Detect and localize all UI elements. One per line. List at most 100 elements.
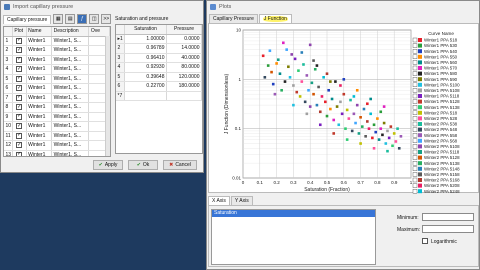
- table-row[interactable]: 4 ✓ Winter1 Winter1, S...: [4, 65, 110, 75]
- row-description[interactable]: Winter1, S...: [52, 150, 90, 156]
- row-description[interactable]: Winter1, S...: [52, 46, 90, 55]
- plot-checkbox[interactable]: ✓: [16, 94, 23, 101]
- saturation-row[interactable]: 6 0.22700 180.0000: [116, 82, 202, 92]
- header-plot[interactable]: Plot: [13, 27, 27, 36]
- saturation-row[interactable]: 2 0.96789 14.0000: [116, 44, 202, 54]
- row-name[interactable]: Winter1: [27, 46, 53, 55]
- row-name[interactable]: Winter1: [27, 141, 53, 150]
- maximum-input[interactable]: [422, 225, 474, 233]
- sat-row-pressure[interactable]: 14.0000: [167, 44, 202, 53]
- more-button[interactable]: >>: [101, 14, 112, 24]
- table-row[interactable]: 10 ✓ Winter1 Winter1, S...: [4, 122, 110, 132]
- row-description[interactable]: Winter1, S...: [52, 65, 90, 74]
- sat-row-pressure[interactable]: [167, 91, 202, 100]
- row-name[interactable]: Winter1: [27, 131, 53, 140]
- saturation-row[interactable]: ▸1 1.00000 0.0000: [116, 34, 202, 44]
- table-row[interactable]: 1 ✓ Winter1 Winter1, S...: [4, 36, 110, 46]
- table-icon[interactable]: ▤: [65, 14, 76, 24]
- sat-header-pressure[interactable]: Pressure: [167, 25, 202, 34]
- table-row[interactable]: 13 ✓ Winter1 Winter1, S...: [4, 150, 110, 156]
- legend-swatch: [418, 71, 422, 76]
- plot-checkbox[interactable]: ✓: [16, 56, 23, 63]
- minimum-input[interactable]: [422, 213, 474, 221]
- sat-row-saturation[interactable]: 0.39648: [125, 72, 167, 81]
- logarithmic-checkbox[interactable]: [422, 238, 428, 244]
- table-row[interactable]: 12 ✓ Winter1 Winter1, S...: [4, 141, 110, 151]
- plot-checkbox[interactable]: ✓: [16, 142, 23, 149]
- row-description[interactable]: Winter1, S...: [52, 36, 90, 45]
- sat-row-pressure[interactable]: 120.0000: [167, 72, 202, 81]
- axis-variable-selected[interactable]: Saturation: [212, 210, 375, 217]
- table-row[interactable]: 9 ✓ Winter1 Winter1, S...: [4, 112, 110, 122]
- sat-row-saturation[interactable]: 0.92930: [125, 63, 167, 72]
- data-point: [364, 135, 367, 138]
- saturation-row[interactable]: 4 0.92930 80.0000: [116, 63, 202, 73]
- sat-row-pressure[interactable]: 0.0000: [167, 34, 202, 43]
- plot-checkbox[interactable]: ✓: [16, 47, 23, 54]
- row-name[interactable]: Winter1: [27, 122, 53, 131]
- tab-capillary-pressure[interactable]: Capillary pressure: [3, 14, 52, 24]
- saturation-row[interactable]: 5 0.39648 120.0000: [116, 72, 202, 82]
- cancel-button[interactable]: ✖ Cancel: [163, 160, 197, 170]
- plot-checkbox[interactable]: ✓: [16, 75, 23, 82]
- table-row[interactable]: 7 ✓ Winter1 Winter1, S...: [4, 93, 110, 103]
- plot-checkbox[interactable]: ✓: [16, 113, 23, 120]
- plot-checkbox[interactable]: ✓: [16, 85, 23, 92]
- row-name[interactable]: Winter1: [27, 74, 53, 83]
- sat-row-saturation[interactable]: 0.96410: [125, 53, 167, 62]
- row-description[interactable]: Winter1, S...: [52, 84, 90, 93]
- row-name[interactable]: Winter1: [27, 36, 53, 45]
- table-row[interactable]: 2 ✓ Winter1 Winter1, S...: [4, 46, 110, 56]
- sat-header-saturation[interactable]: Saturation: [125, 25, 167, 34]
- table-row[interactable]: 8 ✓ Winter1 Winter1, S...: [4, 103, 110, 113]
- sat-row-saturation[interactable]: [125, 91, 167, 100]
- axis-variable-list[interactable]: Saturation: [211, 209, 376, 265]
- table-scrollbar[interactable]: [105, 36, 110, 156]
- sat-row-saturation[interactable]: 0.96789: [125, 44, 167, 53]
- row-description[interactable]: Winter1, S...: [52, 141, 90, 150]
- table-row[interactable]: 6 ✓ Winter1 Winter1, S...: [4, 84, 110, 94]
- plot-checkbox[interactable]: ✓: [16, 66, 23, 73]
- sat-row-pressure[interactable]: 180.0000: [167, 82, 202, 91]
- tab-capillary-pressure[interactable]: Capillary Pressure: [209, 14, 258, 23]
- row-name[interactable]: Winter1: [27, 55, 53, 64]
- row-name[interactable]: Winter1: [27, 93, 53, 102]
- table-row[interactable]: 5 ✓ Winter1 Winter1, S...: [4, 74, 110, 84]
- tab-x-axis[interactable]: X Axis: [208, 196, 230, 205]
- saturation-row[interactable]: 3 0.96410 40.0000: [116, 53, 202, 63]
- sat-row-saturation[interactable]: 1.00000: [125, 34, 167, 43]
- plot-checkbox[interactable]: ✓: [16, 123, 23, 130]
- row-name[interactable]: Winter1: [27, 150, 53, 156]
- table-row[interactable]: 11 ✓ Winter1 Winter1, S...: [4, 131, 110, 141]
- row-description[interactable]: Winter1, S...: [52, 103, 90, 112]
- sat-row-pressure[interactable]: 40.0000: [167, 53, 202, 62]
- header-name[interactable]: Name: [27, 27, 53, 36]
- saturation-row[interactable]: *7: [116, 91, 202, 101]
- row-name[interactable]: Winter1: [27, 112, 53, 121]
- row-description[interactable]: Winter1, S...: [52, 74, 90, 83]
- row-description[interactable]: Winter1, S...: [52, 122, 90, 131]
- row-description[interactable]: Winter1, S...: [52, 55, 90, 64]
- row-name[interactable]: Winter1: [27, 84, 53, 93]
- plot-checkbox[interactable]: ✓: [16, 104, 23, 111]
- sat-row-saturation[interactable]: 0.22700: [125, 82, 167, 91]
- apply-button[interactable]: ✔ Apply: [93, 160, 123, 170]
- ok-button[interactable]: ✔ Ok: [128, 160, 158, 170]
- header-description[interactable]: Description: [52, 27, 90, 36]
- grid-icon[interactable]: ▦: [53, 14, 64, 24]
- row-description[interactable]: Winter1, S...: [52, 131, 90, 140]
- tab-j-function[interactable]: J Function: [258, 14, 292, 23]
- table-row[interactable]: 3 ✓ Winter1 Winter1, S...: [4, 55, 110, 65]
- sat-row-pressure[interactable]: 80.0000: [167, 63, 202, 72]
- tab-y-axis[interactable]: Y Axis: [230, 196, 253, 205]
- row-name[interactable]: Winter1: [27, 65, 53, 74]
- function-icon[interactable]: ƒ: [77, 14, 88, 24]
- plot-checkbox[interactable]: ✓: [16, 132, 23, 139]
- header-ove[interactable]: Ove: [89, 27, 110, 36]
- row-name[interactable]: Winter1: [27, 103, 53, 112]
- plot-checkbox[interactable]: ✓: [16, 37, 23, 44]
- plot-checkbox[interactable]: ✓: [16, 151, 23, 156]
- row-description[interactable]: Winter1, S...: [52, 93, 90, 102]
- row-description[interactable]: Winter1, S...: [52, 112, 90, 121]
- refresh-icon[interactable]: ◫: [89, 14, 100, 24]
